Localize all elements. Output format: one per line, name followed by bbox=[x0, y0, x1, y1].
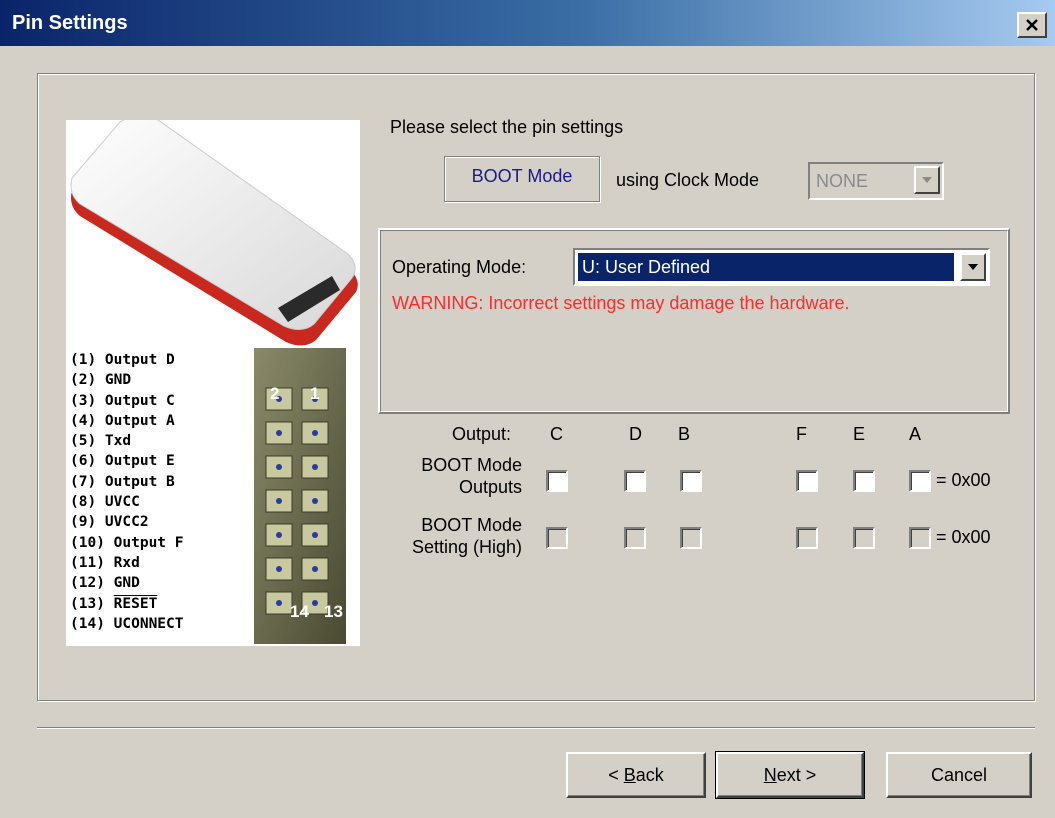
setting-hex-value: = 0x00 bbox=[936, 527, 991, 547]
checkbox-outputs-a[interactable] bbox=[909, 470, 931, 492]
pin-5: (5) Txd bbox=[70, 433, 132, 450]
row-boot-mode-setting-label: BOOT Mode Setting (High) bbox=[384, 514, 522, 558]
column-d: D bbox=[629, 424, 642, 444]
connector-label-13: 13 bbox=[324, 602, 343, 621]
pin-9: (9) UVCC2 bbox=[70, 514, 149, 531]
pin-list: (1) Output D (2) GND (3) Output C (4) Ou… bbox=[70, 350, 184, 634]
pin-2: (2) GND bbox=[70, 372, 132, 389]
pin-14: (14) UCONNECT bbox=[70, 615, 184, 632]
row-1-label-line1: BOOT Mode bbox=[421, 455, 522, 475]
warning-text: WARNING: Incorrect settings may damage t… bbox=[392, 293, 850, 313]
boot-mode-label: BOOT Mode bbox=[471, 165, 573, 186]
column-f: F bbox=[796, 424, 807, 444]
checkbox-setting-a bbox=[909, 527, 931, 549]
clock-mode-value: NONE bbox=[816, 171, 869, 191]
pin-8: (8) UVCC bbox=[70, 494, 140, 511]
operating-mode-value: U: User Defined bbox=[577, 252, 955, 282]
output-header-label: Output: bbox=[452, 424, 512, 444]
checkbox-outputs-f[interactable] bbox=[796, 470, 818, 492]
row-2-label-line2: Setting (High) bbox=[411, 537, 522, 557]
operating-mode-select[interactable]: U: User Defined bbox=[573, 248, 990, 286]
next-button[interactable]: Next > bbox=[715, 751, 865, 799]
row-2-label-line1: BOOT Mode bbox=[421, 515, 522, 535]
next-button-mnemonic: N bbox=[763, 764, 777, 785]
close-button[interactable] bbox=[1017, 12, 1047, 38]
checkbox-setting-c bbox=[546, 527, 568, 549]
title-bar: Pin Settings bbox=[0, 0, 1055, 46]
pin-3: (3) Output C bbox=[70, 392, 175, 409]
checkbox-outputs-e[interactable] bbox=[853, 470, 875, 492]
checkbox-outputs-d[interactable] bbox=[624, 470, 646, 492]
next-button-rest: ext > bbox=[776, 764, 817, 785]
checkbox-setting-b bbox=[680, 527, 702, 549]
connector-label-1: 1 bbox=[310, 384, 320, 403]
dropdown-arrow-icon bbox=[922, 177, 932, 183]
back-button-prefix: < bbox=[608, 764, 624, 785]
back-button-mnemonic: B bbox=[623, 764, 636, 785]
connector-label-2: 2 bbox=[270, 384, 280, 403]
operating-mode-dropdown-button[interactable] bbox=[960, 253, 986, 281]
checkbox-setting-d bbox=[624, 527, 646, 549]
pin-13: (13) RESET bbox=[70, 594, 184, 614]
pin-12: (12) GND bbox=[70, 575, 140, 592]
column-b: B bbox=[678, 424, 691, 444]
back-button[interactable]: < Back bbox=[566, 752, 706, 798]
pin-13-prefix: (13) bbox=[70, 595, 114, 612]
checkbox-outputs-b[interactable] bbox=[680, 470, 702, 492]
outputs-hex-value: = 0x00 bbox=[936, 470, 991, 490]
boot-mode-box: BOOT Mode bbox=[444, 156, 600, 202]
column-e: E bbox=[853, 424, 866, 444]
pin-7: (7) Output B bbox=[70, 473, 175, 490]
pin-6: (6) Output E bbox=[70, 453, 175, 470]
checkbox-outputs-c[interactable] bbox=[546, 470, 568, 492]
cancel-button[interactable]: Cancel bbox=[886, 752, 1032, 798]
pin-11: (11) Rxd bbox=[70, 554, 140, 571]
row-boot-mode-outputs-label: BOOT Mode Outputs bbox=[384, 454, 522, 498]
pin-13-name: RESET bbox=[113, 595, 158, 612]
clock-mode-dropdown-button bbox=[914, 166, 940, 194]
connector-label-14: 14 bbox=[290, 602, 309, 621]
cancel-button-label: Cancel bbox=[930, 764, 988, 785]
back-button-rest: ack bbox=[635, 764, 664, 785]
operating-mode-label: Operating Mode: bbox=[392, 257, 527, 277]
prompt-text: Please select the pin settings bbox=[390, 117, 624, 137]
window-title: Pin Settings bbox=[12, 12, 128, 34]
pin-4: (4) Output A bbox=[70, 412, 175, 429]
device-image-panel: 2 1 14 13 (1) Output D (2) GND (3) Outpu… bbox=[66, 120, 360, 646]
close-x-icon bbox=[1026, 19, 1038, 31]
pin-10: (10) Output F bbox=[70, 534, 184, 551]
checkbox-setting-e bbox=[853, 527, 875, 549]
dropdown-arrow-icon bbox=[968, 264, 978, 270]
row-1-label-line2: Outputs bbox=[458, 477, 522, 497]
column-a: A bbox=[909, 424, 922, 444]
pin-1: (1) Output D bbox=[70, 352, 175, 368]
column-c: C bbox=[550, 424, 563, 444]
checkbox-setting-f bbox=[796, 527, 818, 549]
clock-mode-select: NONE bbox=[808, 162, 944, 200]
separator-line bbox=[37, 727, 1035, 729]
clock-mode-label: using Clock Mode bbox=[616, 170, 760, 190]
